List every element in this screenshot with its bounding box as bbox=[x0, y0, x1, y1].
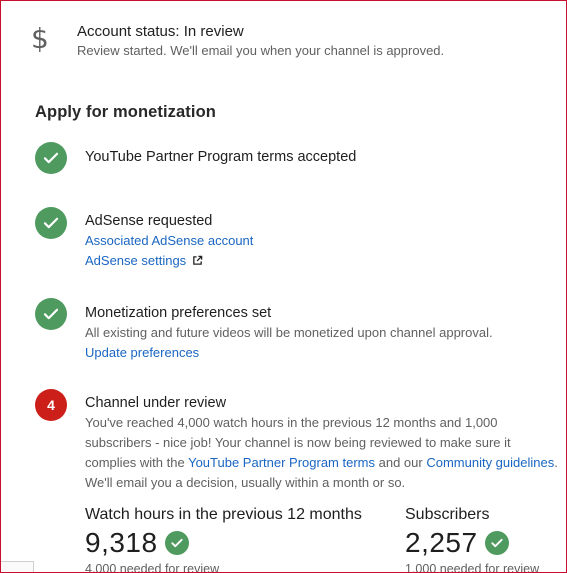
step-number-badge: 4 bbox=[35, 389, 67, 421]
step-title: Monetization preferences set bbox=[85, 305, 272, 321]
account-status-subtitle: Review started. We'll email you when you… bbox=[77, 43, 445, 58]
check-icon bbox=[35, 298, 67, 330]
associated-adsense-account-link[interactable]: Associated AdSense account bbox=[85, 231, 560, 251]
check-icon bbox=[164, 531, 189, 555]
section-title: Apply for monetization bbox=[35, 103, 216, 121]
monetization-panel: $ Account status: In review Review start… bbox=[0, 0, 567, 573]
watch-hours-label: Watch hours in the previous 12 months bbox=[85, 506, 362, 523]
watch-hours-value: 9,318 bbox=[85, 527, 158, 558]
account-status: $ Account status: In review Review start… bbox=[1, 1, 566, 77]
partner-program-terms-link[interactable]: YouTube Partner Program terms bbox=[188, 455, 375, 470]
adsense-settings-link[interactable]: AdSense settings bbox=[85, 251, 560, 272]
watch-hours-needed: 4,000 needed for review bbox=[85, 562, 220, 573]
step-description: All existing and future videos will be m… bbox=[85, 325, 493, 340]
account-status-title: Account status: In review bbox=[77, 23, 244, 40]
step-title: AdSense requested bbox=[85, 213, 213, 229]
subscribers-value: 2,257 bbox=[405, 527, 478, 558]
external-link-icon bbox=[192, 252, 203, 272]
check-icon bbox=[35, 207, 67, 239]
check-icon bbox=[35, 142, 67, 174]
subscribers-needed: 1,000 needed for review bbox=[405, 562, 540, 573]
panel-corner bbox=[1, 561, 34, 572]
step-title: YouTube Partner Program terms accepted bbox=[85, 149, 357, 165]
dollar-icon: $ bbox=[31, 22, 49, 55]
update-preferences-link[interactable]: Update preferences bbox=[85, 343, 560, 363]
step-description: You've reached 4,000 watch hours in the … bbox=[85, 413, 560, 493]
step-title: Channel under review bbox=[85, 395, 227, 411]
review-text-2: and our bbox=[375, 455, 427, 470]
community-guidelines-link[interactable]: Community guidelines bbox=[426, 455, 554, 470]
check-icon bbox=[484, 531, 509, 555]
adsense-settings-label: AdSense settings bbox=[85, 253, 187, 268]
subscribers-stat: Subscribers 2,257 1,000 needed for revie… bbox=[405, 506, 540, 573]
subscribers-label: Subscribers bbox=[405, 506, 490, 523]
watch-hours-stat: Watch hours in the previous 12 months 9,… bbox=[85, 506, 362, 573]
